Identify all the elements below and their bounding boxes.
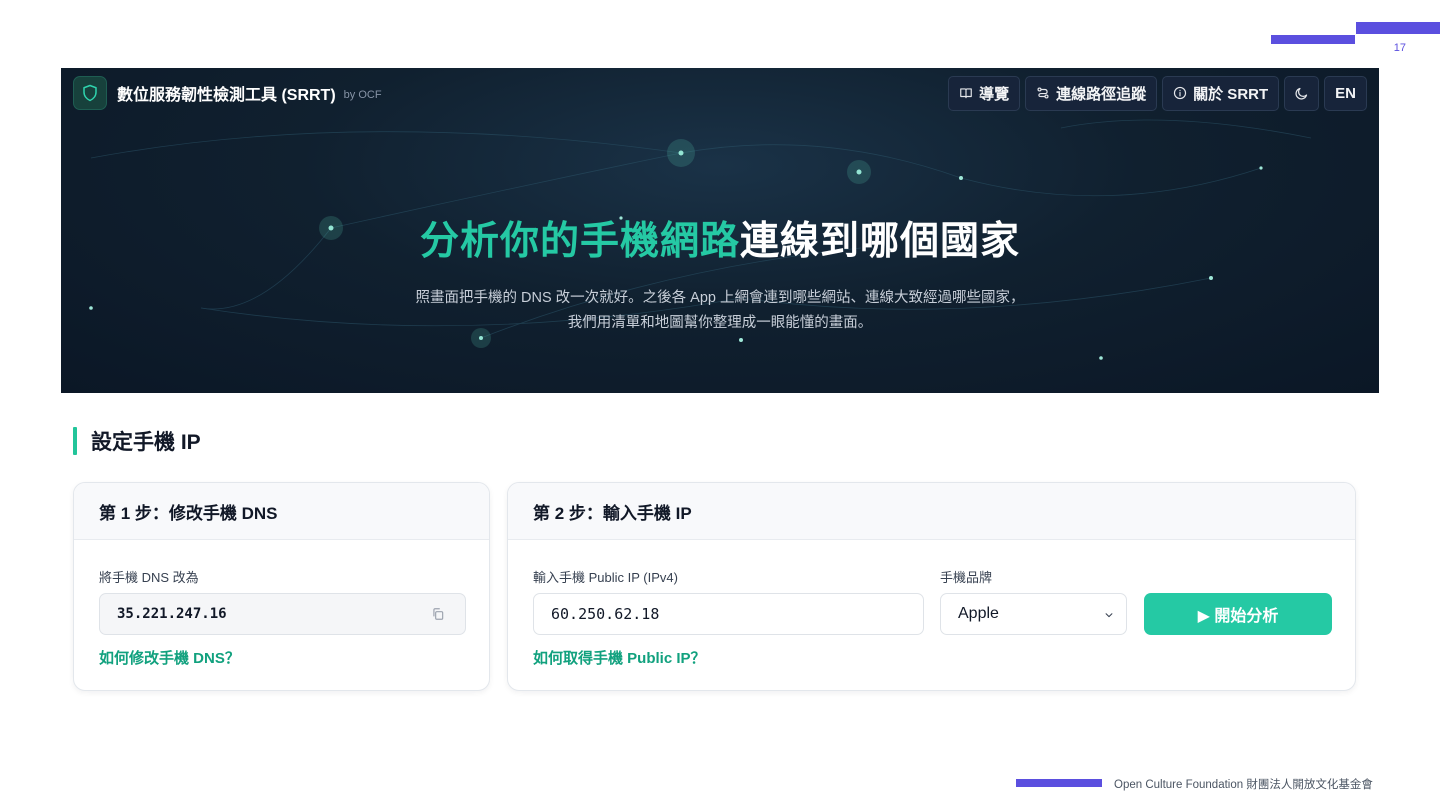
dns-label: 將手機 DNS 改為 [99,570,199,585]
language-label: EN [1335,84,1356,102]
theme-toggle-button[interactable] [1284,75,1320,111]
ip-label: 輸入手機 Public IP (IPv4) [533,570,678,585]
about-button[interactable]: 關於 SRRT [1162,75,1280,111]
trace-label: 連線路徑追蹤 [1056,85,1147,103]
footer-accent-bar [1016,779,1102,787]
book-icon [960,88,972,99]
dns-help-link[interactable]: 如何修改手機 DNS？ [99,647,240,668]
brand-label: 手機品牌 [940,570,993,585]
guide-label: 導覽 [979,85,1010,103]
hero-title-accent: 分析你的手機網路 [419,220,740,263]
dns-value-field[interactable]: 35.221.247.16 [99,593,466,635]
decor-bar [1356,22,1440,34]
nav-actions: 導覽 連線路徑追蹤 關於 SRRT EN [948,75,1367,111]
hero-subtitle: 照畫面把手機的 DNS 改一次就好。之後各 App 上網會連到哪些網站、連線大致… [61,286,1379,336]
language-button[interactable]: EN [1324,75,1367,111]
hero-subtitle-line: 我們用清單和地圖幫你整理成一眼能懂的畫面。 [567,315,873,331]
chevron-down-icon [1105,613,1113,618]
ip-help-link[interactable]: 如何取得手機 Public IP？ [533,647,706,668]
start-analysis-button[interactable]: ▶ 開始分析 [1144,593,1332,635]
top-navbar: 數位服務韌性檢測工具 (SRRT) by OCF 導覽 連線路徑追蹤 關於 SR… [61,68,1379,118]
start-analysis-label: ▶ 開始分析 [1197,608,1279,625]
moon-icon [1295,87,1308,100]
info-icon [1174,86,1187,100]
step2-title: 第 2 步：輸入手機 IP [508,483,1355,540]
hero-subtitle-line: 照畫面把手機的 DNS 改一次就好。之後各 App 上網會連到哪些網站、連線大致… [415,290,1025,306]
decor-bar [1271,35,1355,44]
hero-title: 分析你的手機網路連線到哪個國家 [61,210,1379,266]
dns-value: 35.221.247.16 [117,606,227,622]
ip-input[interactable]: 60.250.62.18 [533,593,924,635]
section-heading: 設定手機 IP [73,426,201,456]
about-label: 關於 SRRT [1193,85,1269,103]
step2-card: 第 2 步：輸入手機 IP 輸入手機 Public IP (IPv4) 60.2… [507,482,1356,691]
route-icon [1037,87,1049,99]
slide: 17 數位服務韌性檢測工具 (SRRT) by OCF 導覽 連線路徑追蹤 關於… [0,0,1440,810]
app-title: 數位服務韌性檢測工具 (SRRT) [117,87,336,104]
step1-title: 第 1 步：修改手機 DNS [74,483,489,540]
copy-icon[interactable] [431,607,445,621]
ip-value: 60.250.62.18 [551,605,660,623]
phone-brand-select[interactable]: Apple [940,593,1127,635]
app-window: 數位服務韌性檢測工具 (SRRT) by OCF 導覽 連線路徑追蹤 關於 SR… [61,68,1379,393]
phone-brand-value: Apple [958,605,999,622]
page-number: 17 [1393,42,1406,54]
section-accent-bar [73,427,77,455]
app-by-label: by OCF [343,88,382,101]
footer-text: Open Culture Foundation 財團法人開放文化基金會 [1114,779,1373,791]
logo[interactable] [73,76,107,110]
guide-button[interactable]: 導覽 [948,75,1021,111]
shield-icon [83,84,97,102]
trace-button[interactable]: 連線路徑追蹤 [1025,75,1158,111]
step1-card: 第 1 步：修改手機 DNS 將手機 DNS 改為 35.221.247.16 … [73,482,490,691]
section-title: 設定手機 IP [91,431,201,454]
hero-title-rest: 連線到哪個國家 [740,220,1021,263]
